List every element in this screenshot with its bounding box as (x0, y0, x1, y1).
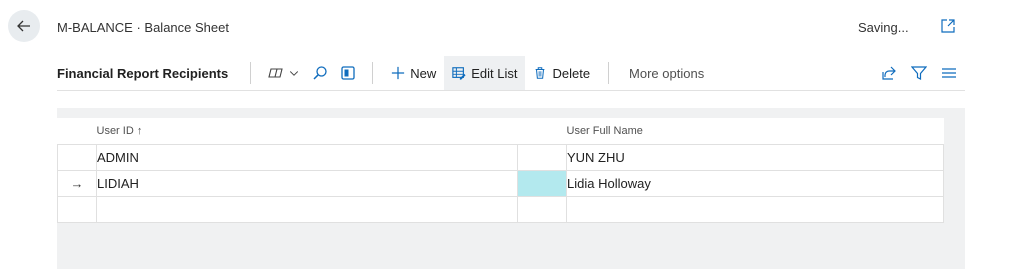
search-icon (313, 66, 327, 80)
row-action-cell[interactable] (517, 170, 567, 197)
divider (250, 62, 252, 84)
list-view-icon[interactable] (941, 65, 957, 81)
filter-icon[interactable] (911, 65, 927, 81)
toolbar-right (881, 65, 965, 81)
user-full-name-cell[interactable]: YUN ZHU (566, 144, 944, 171)
chevron-down-icon (290, 71, 299, 76)
divider (372, 62, 374, 84)
user-full-name-cell[interactable]: Lidia Holloway (566, 170, 944, 197)
row-action-cell[interactable] (517, 196, 567, 223)
table-header-row: User ID ↑ User Full Name (57, 118, 944, 145)
arrow-left-icon (17, 20, 30, 32)
page-title: M-BALANCE · Balance Sheet (57, 20, 229, 35)
row-indicator[interactable]: → (57, 170, 97, 197)
open-in-excel-button[interactable] (334, 56, 362, 90)
list-title: Financial Report Recipients (57, 65, 229, 81)
open-in-excel-icon (341, 66, 355, 80)
delete-label: Delete (552, 65, 591, 81)
copilot-button[interactable] (261, 56, 306, 90)
delete-button[interactable]: Delete (525, 56, 598, 90)
plus-icon (392, 66, 405, 80)
row-action-cell[interactable] (517, 144, 567, 171)
edit-list-button[interactable]: Edit List (444, 56, 526, 90)
row-indicator[interactable] (57, 144, 97, 171)
copilot-icon (268, 68, 283, 78)
new-label: New (410, 65, 437, 81)
edit-list-label: Edit List (471, 65, 518, 81)
table-row[interactable]: → LIDIAH Lidia Holloway (57, 170, 944, 197)
divider (608, 62, 610, 84)
action-bar: Financial Report Recipients New Edit Lis… (57, 56, 965, 91)
more-options-button[interactable]: More options (619, 66, 714, 81)
table-row[interactable]: ADMIN YUN ZHU (57, 144, 944, 171)
share-icon[interactable] (881, 65, 897, 81)
column-header-user-id[interactable]: User ID ↑ (96, 118, 518, 145)
new-button[interactable]: New (383, 56, 444, 90)
trash-icon (536, 67, 545, 79)
user-id-cell[interactable]: ADMIN (96, 144, 518, 171)
column-header-spacer (517, 118, 567, 145)
user-full-name-cell[interactable] (566, 196, 944, 223)
search-button[interactable] (306, 56, 334, 90)
open-new-window-icon[interactable] (940, 18, 956, 34)
table-row[interactable] (57, 196, 944, 223)
edit-list-icon (452, 67, 466, 80)
user-id-cell[interactable] (96, 196, 518, 223)
column-header-user-full-name[interactable]: User Full Name (566, 118, 944, 145)
user-id-cell[interactable]: LIDIAH (96, 170, 518, 197)
back-button[interactable] (8, 10, 40, 42)
header-selector (57, 118, 97, 145)
saving-status: Saving... (858, 20, 909, 35)
row-indicator[interactable] (57, 196, 97, 223)
recipients-table: User ID ↑ User Full Name ADMIN YUN ZHU →… (57, 118, 944, 223)
